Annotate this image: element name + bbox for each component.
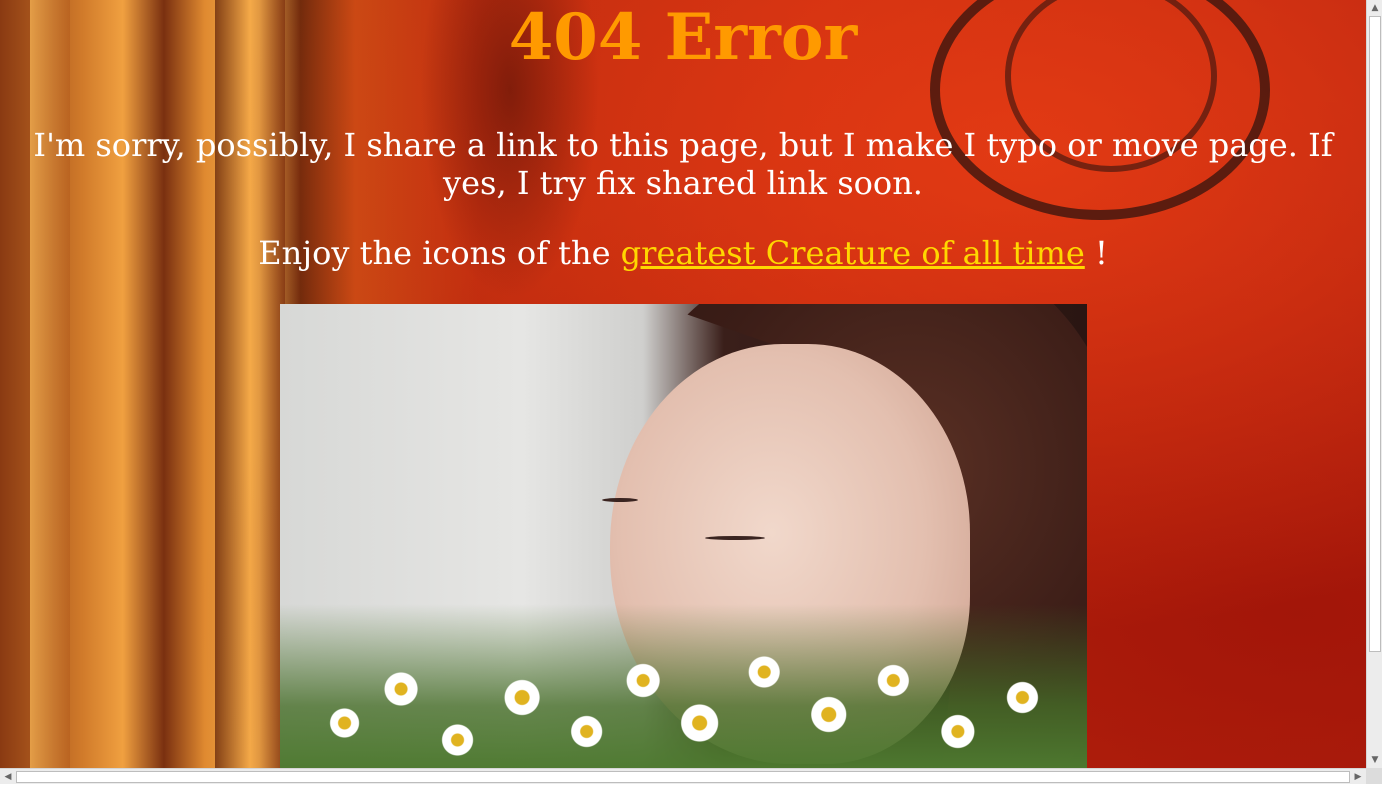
- photo-eye: [602, 498, 638, 502]
- page-title: 404 Error: [508, 0, 858, 75]
- scroll-left-icon[interactable]: ◀: [0, 769, 16, 785]
- horizontal-scroll-thumb[interactable]: [16, 771, 1350, 783]
- scrollbar-corner: [1366, 768, 1382, 784]
- enjoy-prefix: Enjoy the icons of the: [258, 234, 621, 272]
- scroll-up-icon[interactable]: ▲: [1367, 0, 1382, 16]
- photo-eye: [705, 536, 765, 540]
- scroll-right-icon[interactable]: ▶: [1350, 769, 1366, 785]
- enjoy-suffix: !: [1084, 234, 1108, 272]
- page-viewport: 404 Error I'm sorry, possibly, I share a…: [0, 0, 1366, 768]
- apology-text: I'm sorry, possibly, I share a link to t…: [33, 126, 1333, 202]
- photo-daisy-centers: [280, 604, 1087, 768]
- woman-with-daisies-photo: [280, 304, 1087, 768]
- vertical-scrollbar[interactable]: ▲ ▼: [1366, 0, 1382, 768]
- enjoy-line: Enjoy the icons of the greatest Creature…: [0, 234, 1366, 272]
- scroll-down-icon[interactable]: ▼: [1367, 752, 1382, 768]
- horizontal-scrollbar[interactable]: ◀ ▶: [0, 768, 1366, 784]
- vertical-scroll-thumb[interactable]: [1369, 16, 1381, 652]
- main-content: 404 Error I'm sorry, possibly, I share a…: [0, 0, 1366, 272]
- greatest-creature-link[interactable]: greatest Creature of all time: [621, 234, 1085, 272]
